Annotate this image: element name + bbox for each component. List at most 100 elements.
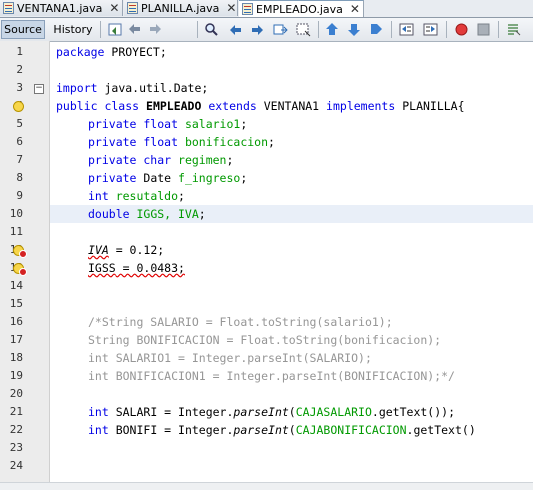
line-number: 10: [9, 207, 23, 220]
stop-macro-icon[interactable]: [476, 22, 491, 37]
fold-icon[interactable]: −: [34, 84, 44, 94]
line-number: 1: [16, 45, 23, 58]
code-line: 19 int BONIFICACION1 = Integer.parseInt(…: [0, 367, 533, 385]
back-icon[interactable]: [127, 22, 142, 37]
code-text: private char regimen;: [88, 153, 234, 167]
code-line: 22 int BONIFI = Integer.parseInt(CAJABON…: [0, 421, 533, 439]
line-number: 21: [9, 405, 23, 418]
java-file-icon: [127, 2, 138, 14]
shift-right-icon[interactable]: [423, 22, 438, 37]
line-number: 19: [9, 369, 23, 382]
toolbar-separator: [100, 21, 101, 38]
current-code-line: 10 double IGGS, IVA;: [10, 205, 533, 223]
line-number: 5: [16, 117, 23, 130]
line-number: 20: [9, 387, 23, 400]
shift-left-icon[interactable]: [399, 22, 414, 37]
code-line: 23: [0, 439, 533, 457]
code-comment: int SALARIO1 = Integer.parseInt(SALARIO)…: [88, 351, 372, 365]
code-line: 2: [0, 61, 533, 79]
previous-bookmark-icon[interactable]: [325, 22, 340, 37]
toolbar-separator: [498, 21, 499, 38]
comment-icon[interactable]: [506, 22, 521, 37]
code-text: int BONIFI = Integer.parseInt(CAJABONIFI…: [88, 423, 476, 437]
code-line: 6 private float bonificacion;: [0, 133, 533, 151]
tab-empleado[interactable]: EMPLEADO.java ✕: [239, 0, 364, 17]
next-bookmark-icon[interactable]: [347, 22, 362, 37]
close-icon[interactable]: ✕: [109, 1, 119, 15]
code-text: package PROYECT;: [56, 45, 167, 59]
code-line: 20: [0, 385, 533, 403]
toolbar-separator: [318, 21, 319, 38]
start-macro-icon[interactable]: [454, 22, 469, 37]
line-number: 8: [16, 171, 23, 184]
error-icon: [19, 268, 27, 276]
code-text: private float salario1;: [88, 117, 248, 131]
code-line: 18 int SALARIO1 = Integer.parseInt(SALAR…: [0, 349, 533, 367]
line-number: 17: [9, 333, 23, 346]
code-line: 8 private Date f_ingreso;: [0, 169, 533, 187]
line-number: 15: [9, 297, 23, 310]
error-icon: [19, 250, 27, 258]
code-text: int SALARI = Integer.parseInt(CAJASALARI…: [88, 405, 455, 419]
toolbar-separator: [446, 21, 447, 38]
close-icon[interactable]: ✕: [226, 1, 236, 15]
code-text: private float bonificacion;: [88, 135, 275, 149]
forward-icon[interactable]: [148, 22, 163, 37]
code-line: 5 private float salario1;: [0, 115, 533, 133]
toggle-bookmark-icon[interactable]: [369, 22, 384, 37]
line-number: 14: [9, 279, 23, 292]
tab-ventana1[interactable]: VENTANA1.java ✕: [0, 0, 123, 16]
find-icon[interactable]: [204, 22, 219, 37]
tab-label: PLANILLA.java: [141, 1, 220, 15]
find-selection-icon[interactable]: [273, 22, 288, 37]
line-number: 3: [16, 81, 23, 94]
editor-tab-bar: VENTANA1.java ✕ PLANILLA.java ✕ EMPLEADO…: [0, 0, 533, 18]
code-line: 7 private char regimen;: [0, 151, 533, 169]
last-edit-icon[interactable]: [108, 22, 123, 37]
find-previous-icon[interactable]: [228, 22, 243, 37]
find-next-icon[interactable]: [250, 22, 265, 37]
source-view-button[interactable]: Source: [1, 20, 45, 39]
code-text: int resutaldo;: [88, 189, 185, 203]
code-comment: int BONIFICACION1 = Integer.parseInt(BON…: [88, 369, 455, 383]
toolbar-separator: [391, 21, 392, 38]
java-file-icon: [3, 2, 14, 14]
tab-label: VENTANA1.java: [17, 1, 103, 15]
java-file-icon: [242, 3, 253, 15]
line-number: 23: [9, 441, 23, 454]
line-number: 6: [16, 135, 23, 148]
code-text: IVA = 0.12;: [88, 243, 165, 257]
line-number: 24: [9, 459, 23, 472]
code-line: 4 public class EMPLEADO extends VENTANA1…: [0, 97, 533, 115]
tab-label: EMPLEADO.java: [256, 2, 343, 16]
line-number: 9: [16, 189, 23, 202]
line-number: 2: [16, 63, 23, 76]
code-text: double IGGS, IVA;: [88, 207, 206, 221]
history-view-button[interactable]: History: [50, 20, 96, 39]
code-line: 24: [0, 457, 533, 475]
code-text: IGSS = 0.0483;: [88, 261, 185, 275]
tab-planilla[interactable]: PLANILLA.java ✕: [124, 0, 238, 16]
line-number: 18: [9, 351, 23, 364]
code-line: 14: [0, 277, 533, 295]
toggle-highlight-icon[interactable]: [296, 22, 311, 37]
code-text: import java.util.Date;: [56, 81, 209, 95]
code-line: 1 package PROYECT;: [0, 43, 533, 61]
code-line: 12 IVA = 0.12;: [0, 241, 533, 259]
code-line: 16 /*String SALARIO = Float.toString(sal…: [0, 313, 533, 331]
line-number: 7: [16, 153, 23, 166]
code-line: 21 int SALARI = Integer.parseInt(CAJASAL…: [0, 403, 533, 421]
close-icon[interactable]: ✕: [350, 2, 360, 16]
code-line: 3 − import java.util.Date;: [0, 79, 533, 97]
hint-bulb-icon[interactable]: [13, 101, 24, 112]
line-number: 22: [9, 423, 23, 436]
code-line: 15: [0, 295, 533, 313]
code-text: private Date f_ingreso;: [88, 171, 248, 185]
code-line: 17 String BONIFICACION = Float.toString(…: [0, 331, 533, 349]
code-comment: /*String SALARIO = Float.toString(salari…: [88, 315, 393, 329]
line-number: 11: [9, 225, 23, 238]
toolbar-separator: [197, 21, 198, 38]
code-text: public class EMPLEADO extends VENTANA1 i…: [56, 99, 465, 113]
code-comment: String BONIFICACION = Float.toString(bon…: [88, 333, 442, 347]
editor-toolbar: Source History: [0, 18, 533, 42]
